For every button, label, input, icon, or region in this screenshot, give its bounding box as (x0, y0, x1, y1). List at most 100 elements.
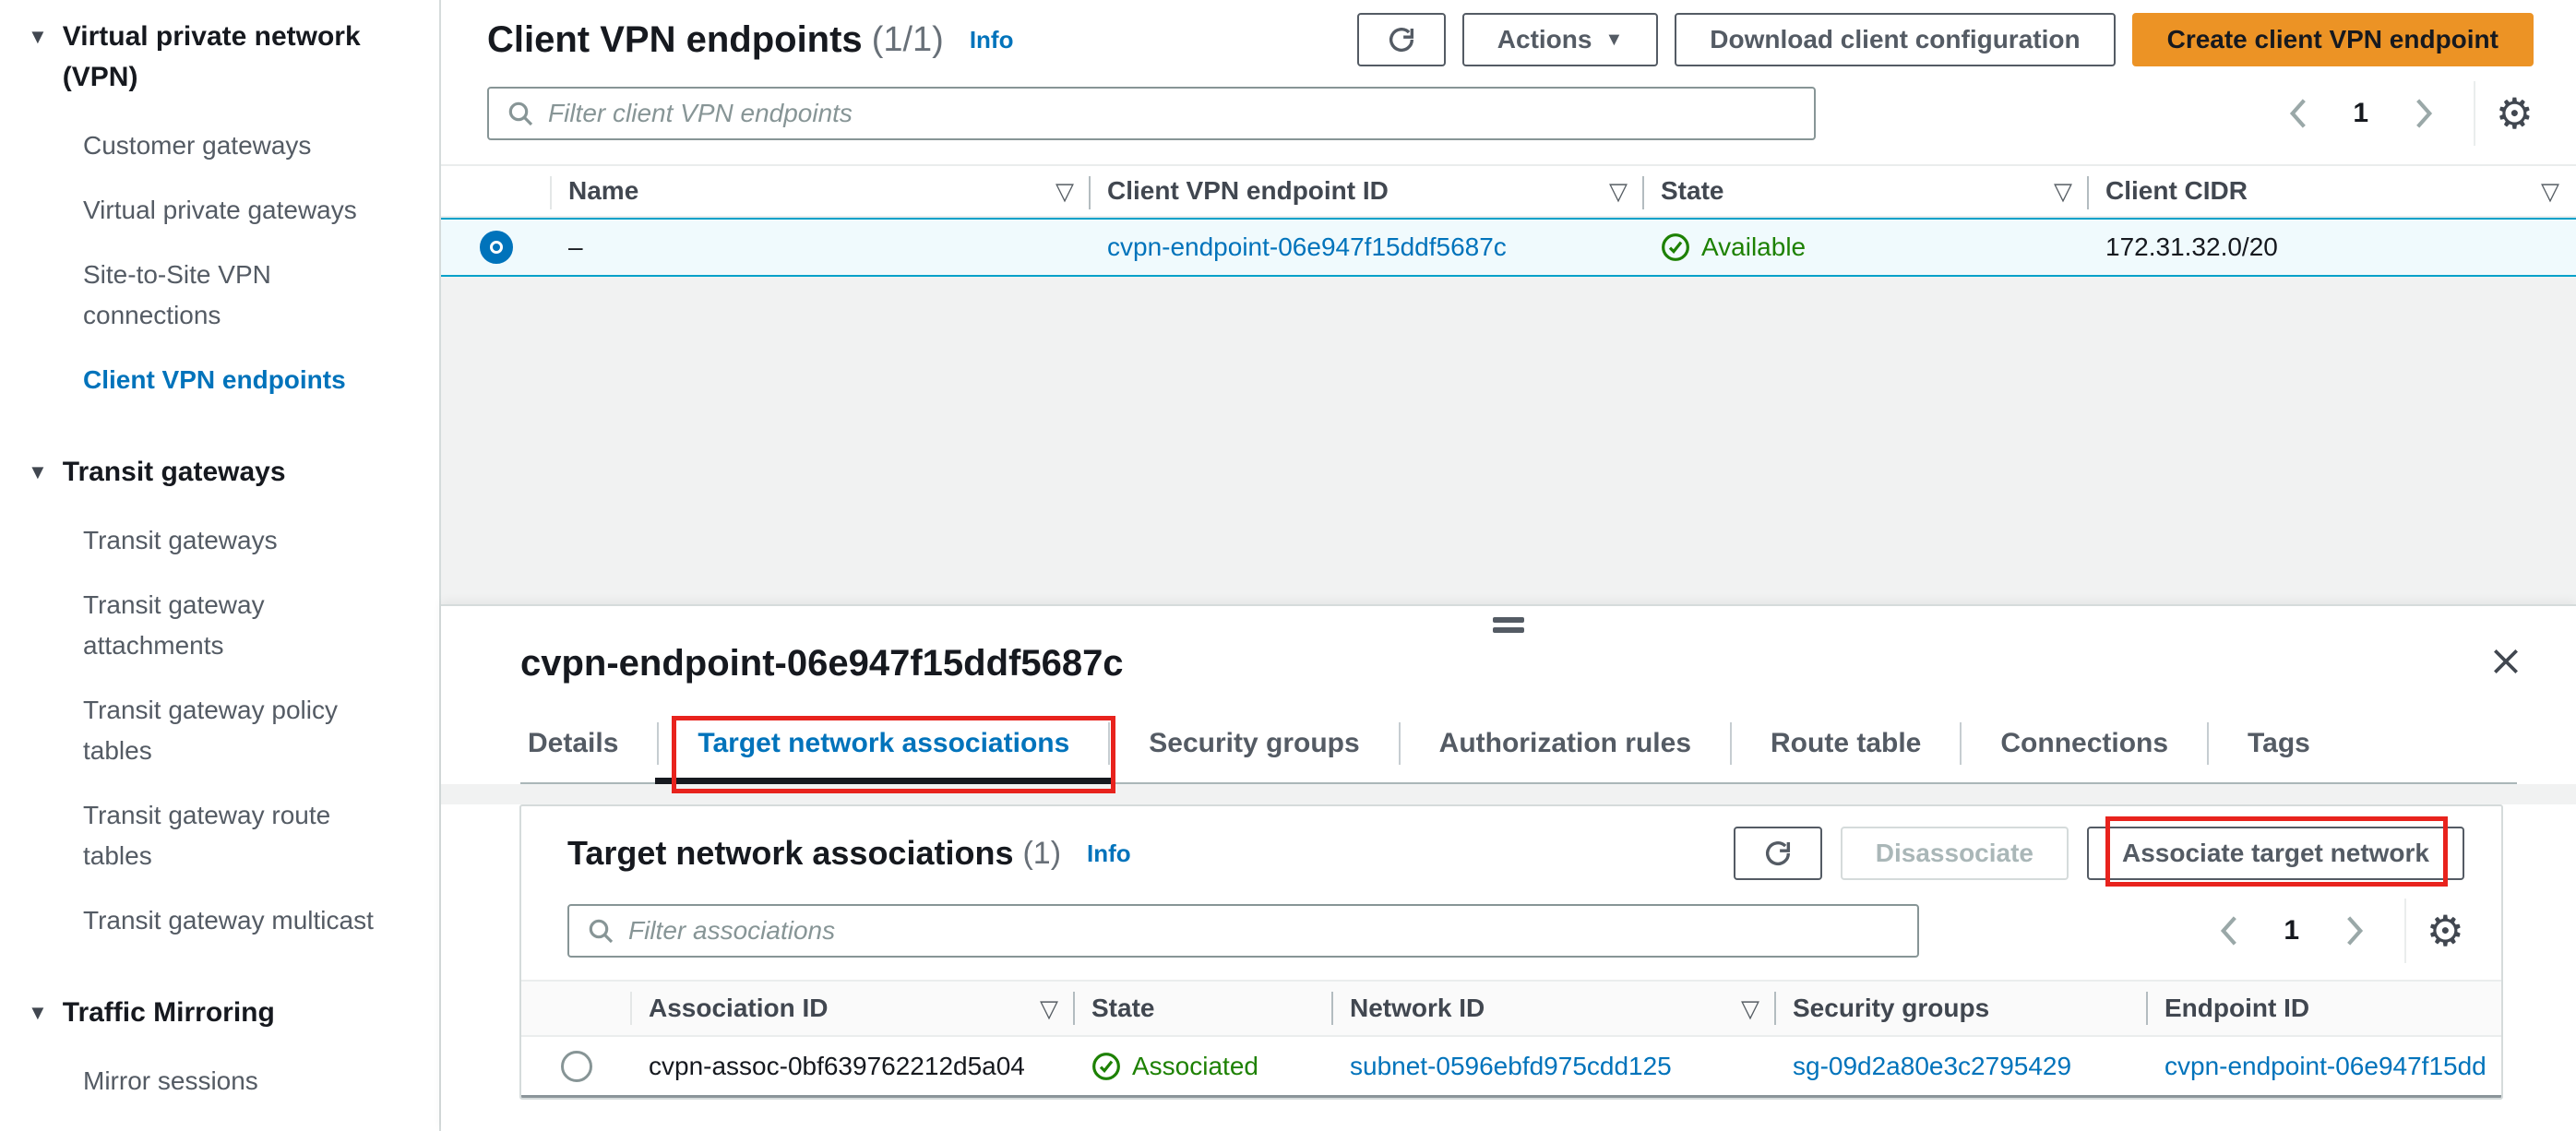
info-link[interactable]: Info (970, 26, 1014, 54)
download-label: Download client configuration (1710, 25, 2081, 54)
vpc-console-page: ▼ Virtual private network (VPN) Customer… (0, 0, 2576, 1131)
endpoint-table-row[interactable]: – cvpn-endpoint-06e947f15ddf5687c Availa… (441, 218, 2576, 277)
refresh-button[interactable] (1356, 13, 1446, 66)
row-radio-unselected[interactable] (561, 1050, 592, 1082)
settings-gear-icon[interactable]: ⚙ (2427, 910, 2464, 952)
tab-authorization-rules[interactable]: Authorization rules (1401, 707, 1730, 780)
sidebar-section-vpn-header[interactable]: ▼ Virtual private network (VPN) (28, 17, 406, 98)
check-circle-icon (1092, 1052, 1120, 1080)
sidebar-item-virtual-private-gateways[interactable]: Virtual private gateways (83, 190, 388, 231)
header-cell-client-cidr[interactable]: Client CIDR ▽ (2089, 166, 2576, 216)
endpoint-detail-panel: cvpn-endpoint-06e947f15ddf5687c Details … (441, 604, 2576, 1131)
endpoints-table: Name ▽ Client VPN endpoint ID ▽ State ▽ … (441, 164, 2576, 277)
sort-icon[interactable]: ▽ (1055, 177, 1074, 206)
tabs-band (441, 784, 2576, 804)
refresh-associations-button[interactable] (1733, 827, 1822, 880)
row-radio-selected[interactable] (480, 231, 513, 264)
page-number[interactable]: 1 (2266, 915, 2318, 946)
security-group-link[interactable]: sg-09d2a80e3c2795429 (1793, 1052, 2071, 1080)
network-id-link[interactable]: subnet-0596ebfd975cdd125 (1350, 1052, 1672, 1080)
sidebar-item-site-to-site-vpn[interactable]: Site-to-Site VPN connections (83, 255, 388, 336)
sidebar-item-transit-gateway-attachments[interactable]: Transit gateway attachments (83, 585, 388, 666)
sidebar-section-traffic-header[interactable]: ▼ Traffic Mirroring (28, 993, 406, 1033)
sort-icon[interactable]: ▽ (1040, 994, 1058, 1023)
header-cell-endpoint-id[interactable]: Endpoint ID (2148, 982, 2501, 1035)
header-cell-association-id[interactable]: Association ID ▽ (632, 982, 1075, 1035)
header-cell-network-id[interactable]: Network ID ▽ (1333, 982, 1776, 1035)
header-cell-name[interactable]: Name ▽ (552, 166, 1091, 216)
endpoints-header: Client VPN endpoints (1/1) Info Actions … (441, 0, 2576, 164)
sidebar-item-transit-gateway-route-tables[interactable]: Transit gateway route tables (83, 795, 388, 876)
disassociate-button[interactable]: Disassociate (1840, 827, 2069, 880)
cell-name: – (568, 232, 583, 261)
sidebar-item-client-vpn-endpoints[interactable]: Client VPN endpoints (83, 360, 388, 400)
close-panel-button[interactable] (2487, 643, 2524, 680)
tab-tags[interactable]: Tags (2209, 707, 2349, 780)
prev-page-button[interactable] (2200, 901, 2259, 960)
sidebar-section-vpn: ▼ Virtual private network (VPN) Customer… (28, 17, 406, 400)
triangle-down-icon: ▼ (28, 25, 48, 48)
tab-security-groups[interactable]: Security groups (1110, 707, 1398, 780)
settings-gear-icon[interactable]: ⚙ (2496, 92, 2534, 135)
header-cell-state[interactable]: State (1075, 982, 1333, 1035)
actions-label: Actions (1497, 25, 1592, 54)
create-label: Create client VPN endpoint (2166, 25, 2498, 54)
endpoint-id-link[interactable]: cvpn-endpoint-06e947f15dd (2165, 1052, 2487, 1080)
check-circle-icon (1662, 233, 1689, 261)
next-page-button[interactable] (2325, 901, 2384, 960)
tab-target-network-associations[interactable]: Target network associations (655, 707, 1116, 793)
caret-down-icon: ▼ (1604, 30, 1624, 50)
info-link[interactable]: Info (1087, 839, 1131, 868)
page-title: Client VPN endpoints (487, 18, 863, 60)
card-title-count: (1) (1022, 835, 1062, 871)
triangle-down-icon: ▼ (28, 460, 48, 483)
sidebar-section-traffic-mirroring: ▼ Traffic Mirroring Mirror sessions Mirr… (28, 993, 406, 1131)
header-cell-state[interactable]: State ▽ (1644, 166, 2089, 216)
sidebar-item-customer-gateways[interactable]: Customer gateways (83, 125, 388, 166)
create-client-vpn-endpoint-button[interactable]: Create client VPN endpoint (2131, 13, 2534, 66)
associations-table-header: Association ID ▽ State Network ID ▽ Secu… (521, 980, 2501, 1037)
tab-route-table[interactable]: Route table (1732, 707, 1960, 780)
cell-association-id: cvpn-assoc-0bf639762212d5a04 (649, 1051, 1025, 1080)
associations-filter-input[interactable] (628, 916, 1901, 946)
page-title-count: (1/1) (871, 19, 944, 59)
sidebar-item-transit-gateways[interactable]: Transit gateways (83, 520, 388, 561)
target-network-associations-card: Target network associations (1) Info Dis… (519, 804, 2503, 1100)
tab-details[interactable]: Details (520, 707, 657, 780)
active-tab-underline (655, 778, 1113, 784)
sort-icon[interactable]: ▽ (2054, 177, 2072, 206)
panel-resize-handle[interactable] (1493, 617, 1524, 633)
sidebar-item-transit-gateway-multicast[interactable]: Transit gateway multicast (83, 900, 388, 941)
sidebar-item-transit-gateway-policy-tables[interactable]: Transit gateway policy tables (83, 690, 388, 771)
endpoints-filter-input[interactable] (548, 99, 1797, 128)
header-cell-security-groups[interactable]: Security groups (1776, 982, 2148, 1035)
tab-connections[interactable]: Connections (1962, 707, 2207, 780)
main-content: Client VPN endpoints (1/1) Info Actions … (441, 0, 2576, 1131)
sidebar-section-title: Traffic Mirroring (62, 997, 275, 1028)
empty-background (441, 277, 2576, 604)
sort-icon[interactable]: ▽ (1609, 177, 1628, 206)
panel-title: cvpn-endpoint-06e947f15ddf5687c (520, 643, 1124, 684)
endpoints-filter (487, 87, 1816, 140)
actions-button[interactable]: Actions ▼ (1461, 13, 1659, 66)
sort-icon[interactable]: ▽ (1741, 994, 1759, 1023)
refresh-icon (1389, 28, 1413, 52)
refresh-icon (1765, 841, 1790, 865)
endpoint-id-link[interactable]: cvpn-endpoint-06e947f15ddf5687c (1107, 232, 1507, 261)
next-page-button[interactable] (2394, 84, 2453, 143)
page-number[interactable]: 1 (2335, 98, 2387, 129)
sidebar-item-mirror-sessions[interactable]: Mirror sessions (83, 1061, 388, 1101)
chevron-left-icon (2289, 99, 2306, 128)
association-table-row[interactable]: cvpn-assoc-0bf639762212d5a04 Associated … (521, 1037, 2501, 1098)
cell-state: Associated (1075, 1052, 1333, 1081)
download-client-configuration-button[interactable]: Download client configuration (1675, 13, 2116, 66)
sidebar-item-mirror-targets[interactable]: Mirror targets (83, 1125, 388, 1131)
prev-page-button[interactable] (2269, 84, 2328, 143)
associate-target-network-button[interactable]: Associate target network (2087, 827, 2464, 880)
sort-icon[interactable]: ▽ (2541, 177, 2559, 206)
sidebar-section-transit-gateways: ▼ Transit gateways Transit gateways Tran… (28, 452, 406, 941)
divider (2403, 899, 2406, 963)
sidebar-section-transit-header[interactable]: ▼ Transit gateways (28, 452, 406, 493)
endpoints-table-header: Name ▽ Client VPN endpoint ID ▽ State ▽ … (441, 164, 2576, 218)
header-cell-endpoint-id[interactable]: Client VPN endpoint ID ▽ (1091, 166, 1644, 216)
